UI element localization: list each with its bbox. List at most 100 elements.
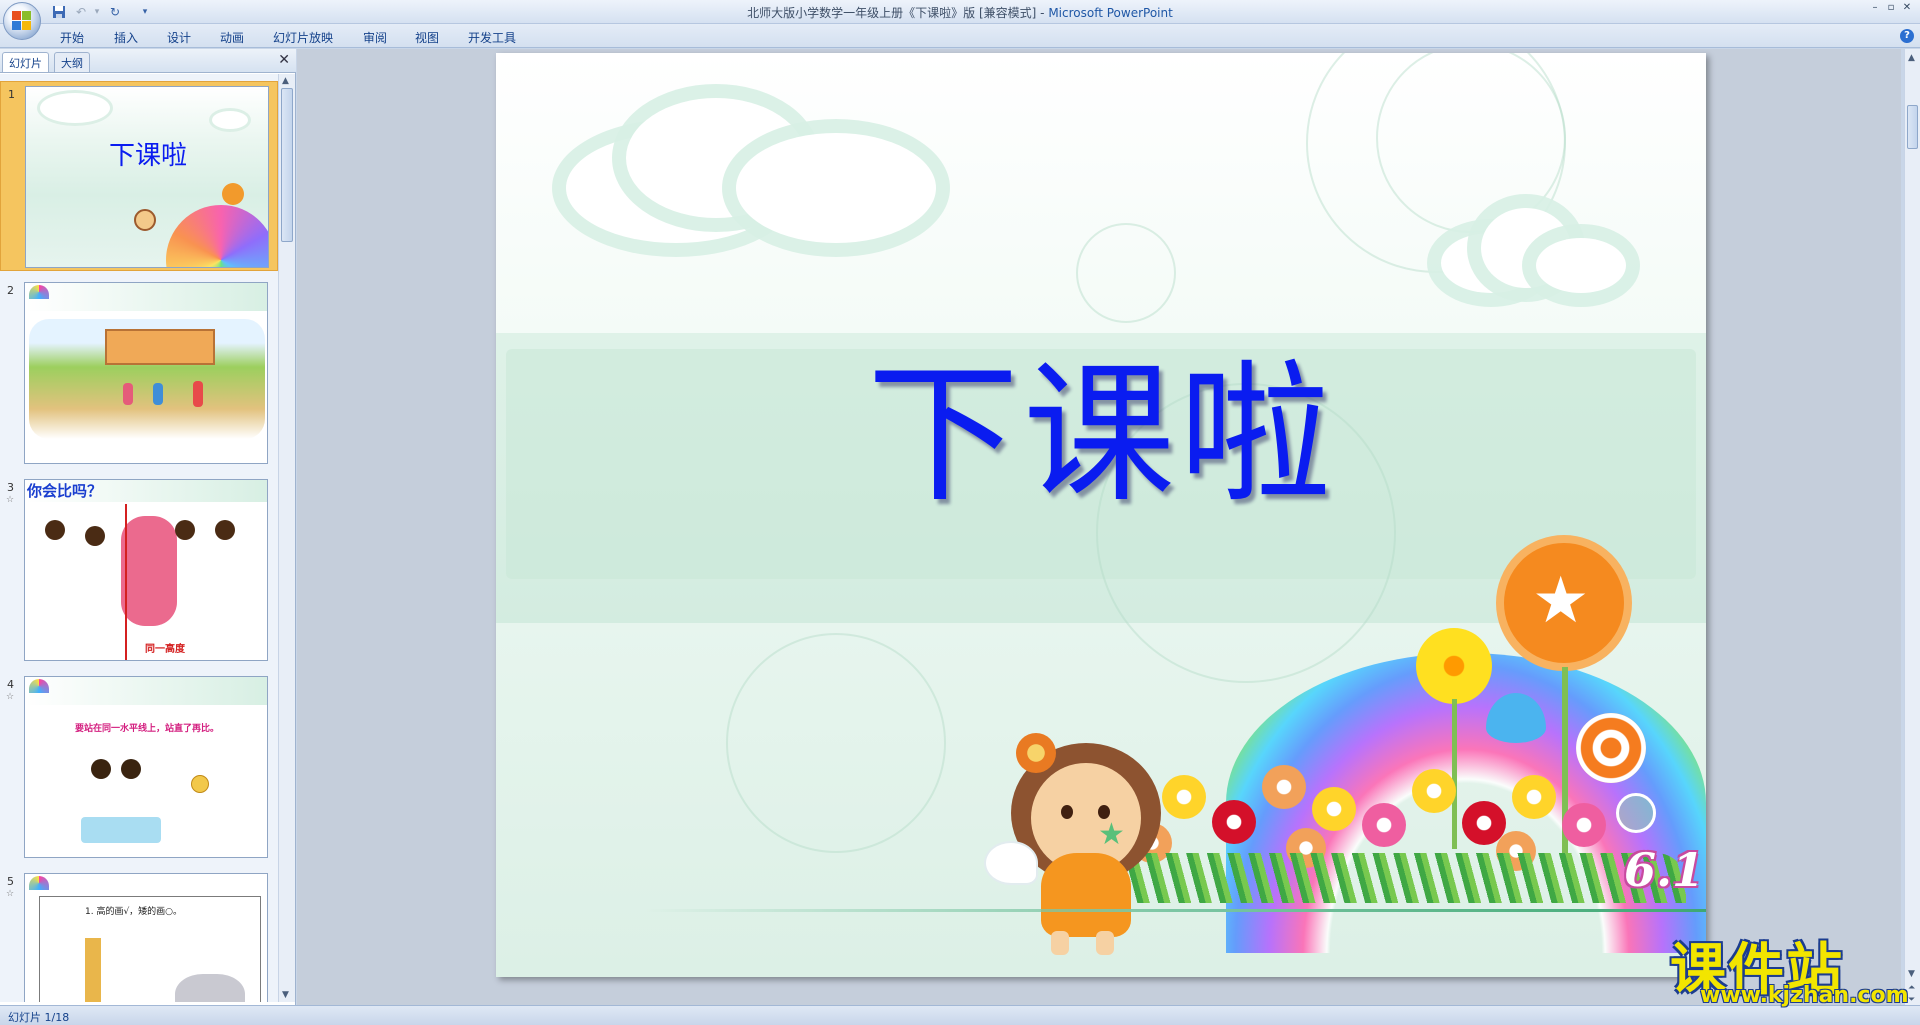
maximize-icon[interactable]: ▫ (1884, 2, 1898, 14)
boy-figure (45, 520, 65, 540)
ground-line (646, 909, 1706, 912)
ribbon-tabs: 开始 插入 设计 动画 幻灯片放映 审阅 视图 开发工具 ? (0, 24, 1920, 48)
child-figure (193, 381, 203, 407)
status-bar: 幻灯片 1/18 (0, 1005, 1920, 1025)
rainbow-icon (29, 876, 49, 890)
scroll-up-icon[interactable]: ▲ (1908, 53, 1915, 63)
slide-thumbnail-2[interactable]: 2 (0, 278, 278, 468)
cloud-shape (40, 93, 110, 123)
scroll-down-icon[interactable]: ▼ (282, 990, 289, 1000)
boy-figure (91, 759, 111, 779)
slide-number: 4 (7, 678, 14, 691)
header-band (25, 283, 267, 311)
thumbnail-caption: 1. 高的画√，矮的画○。 (85, 907, 183, 917)
close-window-icon[interactable]: ✕ (1900, 2, 1914, 14)
office-button[interactable] (3, 2, 41, 40)
thumbnail-caption: 要站在同一水平线上，站直了再比。 (74, 724, 219, 734)
tab-slides[interactable]: 幻灯片 (2, 52, 49, 72)
thumbnail-preview: 你会比吗？ 同一高度 (24, 479, 268, 661)
thumbnail-title: 下课啦 (108, 141, 187, 171)
slide-thumbnail-5[interactable]: 5 ☆ 1. 高的画√，矮的画○。 (0, 869, 278, 1002)
slide-title[interactable]: 下课啦 (496, 311, 1706, 531)
tab-home[interactable]: 开始 (60, 29, 84, 46)
thumbnail-preview: 1. 高的画√，矮的画○。 (24, 873, 268, 1002)
girl-leg (1096, 931, 1114, 955)
window-title: 北师大版小学数学一年级上册《下课啦》版 [兼容模式] - Microsoft P… (747, 6, 1173, 20)
child-figure (153, 383, 163, 405)
watermark-url: www.kjzhan.com (1700, 983, 1909, 1008)
wing-shape (986, 843, 1036, 883)
rainbow-icon (29, 679, 49, 693)
tab-insert[interactable]: 插入 (114, 29, 138, 46)
flower-shape (1262, 765, 1306, 809)
flower-shape (1362, 803, 1406, 847)
tab-developer[interactable]: 开发工具 (468, 29, 516, 46)
girl-figure (134, 209, 156, 231)
question-mark-shape (121, 516, 177, 626)
giraffe-figure (85, 938, 101, 1002)
animation-star-icon: ☆ (6, 495, 15, 505)
yellow-flower (1416, 628, 1492, 704)
flower-stem (1452, 699, 1457, 849)
tab-slideshow[interactable]: 幻灯片放映 (273, 29, 333, 46)
tab-outline[interactable]: 大纲 (54, 52, 90, 72)
clock-icon (191, 775, 209, 793)
flower-shape (1162, 775, 1206, 819)
slides-panel: 幻灯片 大纲 ✕ 1 下课啦 2 3 ☆ 你会比吗？ 同一高度 4 ☆ 要站在同… (0, 49, 296, 1005)
office-logo-icon (12, 11, 32, 31)
tab-design[interactable]: 设计 (167, 29, 191, 46)
girl-dress (1041, 853, 1131, 937)
date-badge: 6.1 (1624, 843, 1705, 897)
slide-counter: 幻灯片 1/18 (8, 1011, 70, 1024)
tab-review[interactable]: 审阅 (363, 29, 387, 46)
ring-decoration (726, 633, 946, 853)
boy-figure (175, 520, 195, 540)
elephant-figure (175, 974, 245, 1002)
cloud-shape (736, 133, 936, 243)
help-icon[interactable]: ? (1900, 29, 1914, 43)
flower-shape (1312, 787, 1356, 831)
scroll-down-icon[interactable]: ▼ (1908, 969, 1915, 979)
thumbnail-preview (24, 282, 268, 464)
flower-shape (222, 183, 244, 205)
hair-flower (1016, 733, 1056, 773)
girl-figure (85, 526, 105, 546)
flower-shape (1562, 803, 1606, 847)
minimize-icon[interactable]: – (1868, 2, 1882, 14)
editor-scrollbar[interactable]: ▲ ▼ ⏶ ⏷ (1904, 49, 1920, 1005)
panel-scrollbar[interactable]: ▲ ▼ (278, 74, 295, 1002)
slide-thumbnail-1[interactable]: 1 下课啦 (0, 81, 278, 271)
next-slide-icon[interactable]: ⏷ (1908, 995, 1915, 1005)
thumbnail-list: 1 下课啦 2 3 ☆ 你会比吗？ 同一高度 4 ☆ 要站在同一水平线上，站直了… (0, 74, 278, 1002)
thumbnail-preview: 要站在同一水平线上，站直了再比。 (24, 676, 268, 858)
flower-shape (1512, 775, 1556, 819)
flower-shape (1412, 769, 1456, 813)
rainbow-shape (166, 205, 268, 267)
slide-number: 3 (7, 481, 14, 494)
child-figure (123, 383, 133, 405)
cloud-shape (212, 111, 248, 129)
girl-eye (1061, 805, 1073, 819)
slide-number: 1 (8, 88, 15, 101)
ring-decoration (1076, 223, 1176, 323)
scrollbar-thumb[interactable] (1907, 105, 1918, 149)
slide-thumbnail-4[interactable]: 4 ☆ 要站在同一水平线上，站直了再比。 (0, 672, 278, 862)
girl-leg (1051, 931, 1069, 955)
thumbnail-title: 你会比吗？ (27, 482, 103, 500)
slide-canvas[interactable]: 下课啦 ★ ★ 6.1 (496, 53, 1706, 977)
scroll-up-icon[interactable]: ▲ (282, 76, 289, 86)
thumbnail-preview: 下课啦 (25, 86, 269, 268)
animation-star-icon: ☆ (6, 889, 15, 899)
slide-thumbnail-3[interactable]: 3 ☆ 你会比吗？ 同一高度 (0, 475, 278, 665)
tab-animations[interactable]: 动画 (220, 29, 244, 46)
scrollbar-thumb[interactable] (281, 88, 293, 242)
target-flower (1576, 713, 1646, 783)
bubble-shape (1616, 793, 1656, 833)
slide-number: 5 (7, 875, 14, 888)
close-panel-icon[interactable]: ✕ (278, 52, 290, 68)
previous-slide-icon[interactable]: ⏶ (1908, 983, 1915, 993)
slide-number: 2 (7, 284, 14, 297)
tab-view[interactable]: 视图 (415, 29, 439, 46)
magic-wand-icon: ★ (1098, 817, 1125, 852)
rainbow-icon (29, 285, 49, 299)
